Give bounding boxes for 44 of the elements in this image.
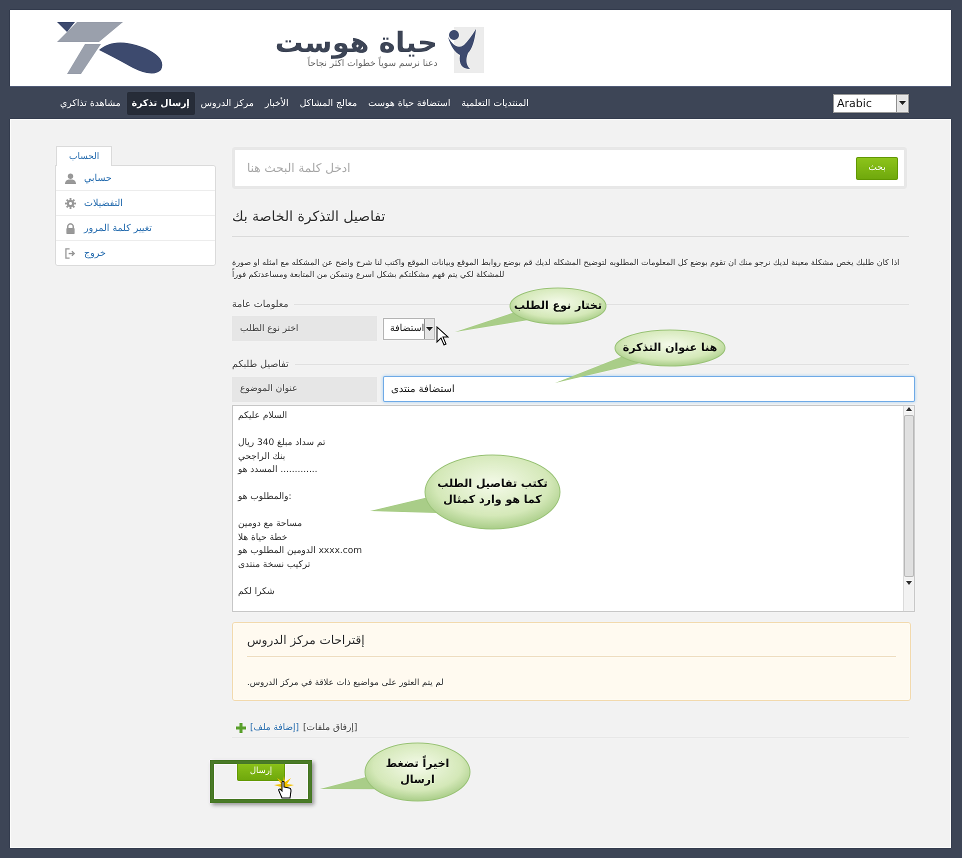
sidebar-link[interactable]: التفضيلات: [84, 198, 123, 208]
section-legend: معلومات عامة: [232, 299, 288, 310]
suggestions-title: إقتراحات مركز الدروس: [247, 633, 365, 647]
callout-text: تختار نوع الطلب: [514, 298, 602, 314]
scroll-up-icon[interactable]: [906, 406, 912, 412]
sidebar-link[interactable]: خروج: [84, 248, 106, 258]
callout-text: هنا عنوان التذكرة: [622, 340, 718, 356]
field-label: عنوان الموضوع: [232, 376, 377, 402]
message-text[interactable]: السلام عليكم تم سداد مبلغ 340 ريال بنك الراجحي المسدد هو ............. والمطلوب هو: مساحة مع دومين خطة حياة هلا الدومين المطلوب هو xxxx.com تركيب نسخة منتدى شكرا لكم: [238, 410, 362, 599]
nav-tab[interactable]: المنتديات التعلمية: [456, 92, 534, 114]
add-file-link[interactable]: [إضافة ملف]: [250, 723, 300, 733]
field-label: اختر نوع الطلب: [232, 316, 377, 341]
caret-icon[interactable]: [899, 101, 906, 105]
callout-text: تكتب تفاصيل الطلب كما هو وارد كمثال: [437, 476, 548, 508]
plus-icon[interactable]: [236, 723, 246, 733]
page-title: تفاصيل التذكرة الخاصة بك: [232, 209, 386, 225]
language-select[interactable]: Arabic: [833, 94, 909, 112]
logout-icon: [65, 248, 76, 258]
nav-tab[interactable]: إرسال تذكرة: [126, 92, 195, 114]
scroll-down-icon[interactable]: [906, 580, 912, 586]
intro-text: اذا كان طلبك يخص مشكلة معينة لديك نرجو منك ان تقوم بوضع كل المعلومات المطلوبه لتوضيح المشكله لديك قم بوضع روابط الموقع وبيانات الموقع واكتب لنا شرح واضح عن المشكله مع امثله او صورة للمشكلة لكي يتم فهم مشكلتكم بشكل اسرع ونتمكن من المتابعة ومساعدتكم فوراً: [232, 257, 900, 281]
gear-icon: [65, 198, 76, 208]
caret-icon[interactable]: [426, 326, 434, 330]
nav-tab[interactable]: الأخبار: [260, 92, 294, 114]
sidebar-link[interactable]: تغيير كلمة المرور: [84, 222, 152, 234]
suggestions-text: .لم يتم العثور على مواضيع ذات علاقة في مركز الدروس: [247, 678, 444, 688]
lock-icon: [65, 222, 76, 234]
subject-field[interactable]: استضافة منتدى: [383, 376, 915, 402]
scrollbar[interactable]: [903, 406, 914, 611]
sidebar-tab[interactable]: الحساب: [56, 146, 112, 166]
nav-tab[interactable]: مركز الدروس: [196, 92, 259, 114]
nav-tab[interactable]: معالج المشاكل: [294, 92, 362, 114]
sidebar-link[interactable]: حسابي: [84, 172, 112, 184]
callout-text: اخيراً تضغط ارسال: [386, 756, 450, 788]
nav-tab[interactable]: استضافة حياة هوست: [363, 92, 456, 114]
hand-cursor-icon: [274, 776, 294, 800]
attach-label: [إرفاق ملفات]: [303, 723, 358, 733]
user-icon: [65, 172, 76, 184]
section-legend: تفاصيل طلبكم: [232, 359, 289, 370]
brand-name: حياة هوست: [275, 27, 438, 59]
cursor-icon: [436, 326, 450, 346]
tagline: دعنا نرسم سوياً خطوات اكثر نجاحاً: [308, 59, 438, 69]
request-type-select[interactable]: استضافة: [383, 318, 435, 340]
nav-tab[interactable]: مشاهدة تذاكري: [55, 92, 126, 114]
